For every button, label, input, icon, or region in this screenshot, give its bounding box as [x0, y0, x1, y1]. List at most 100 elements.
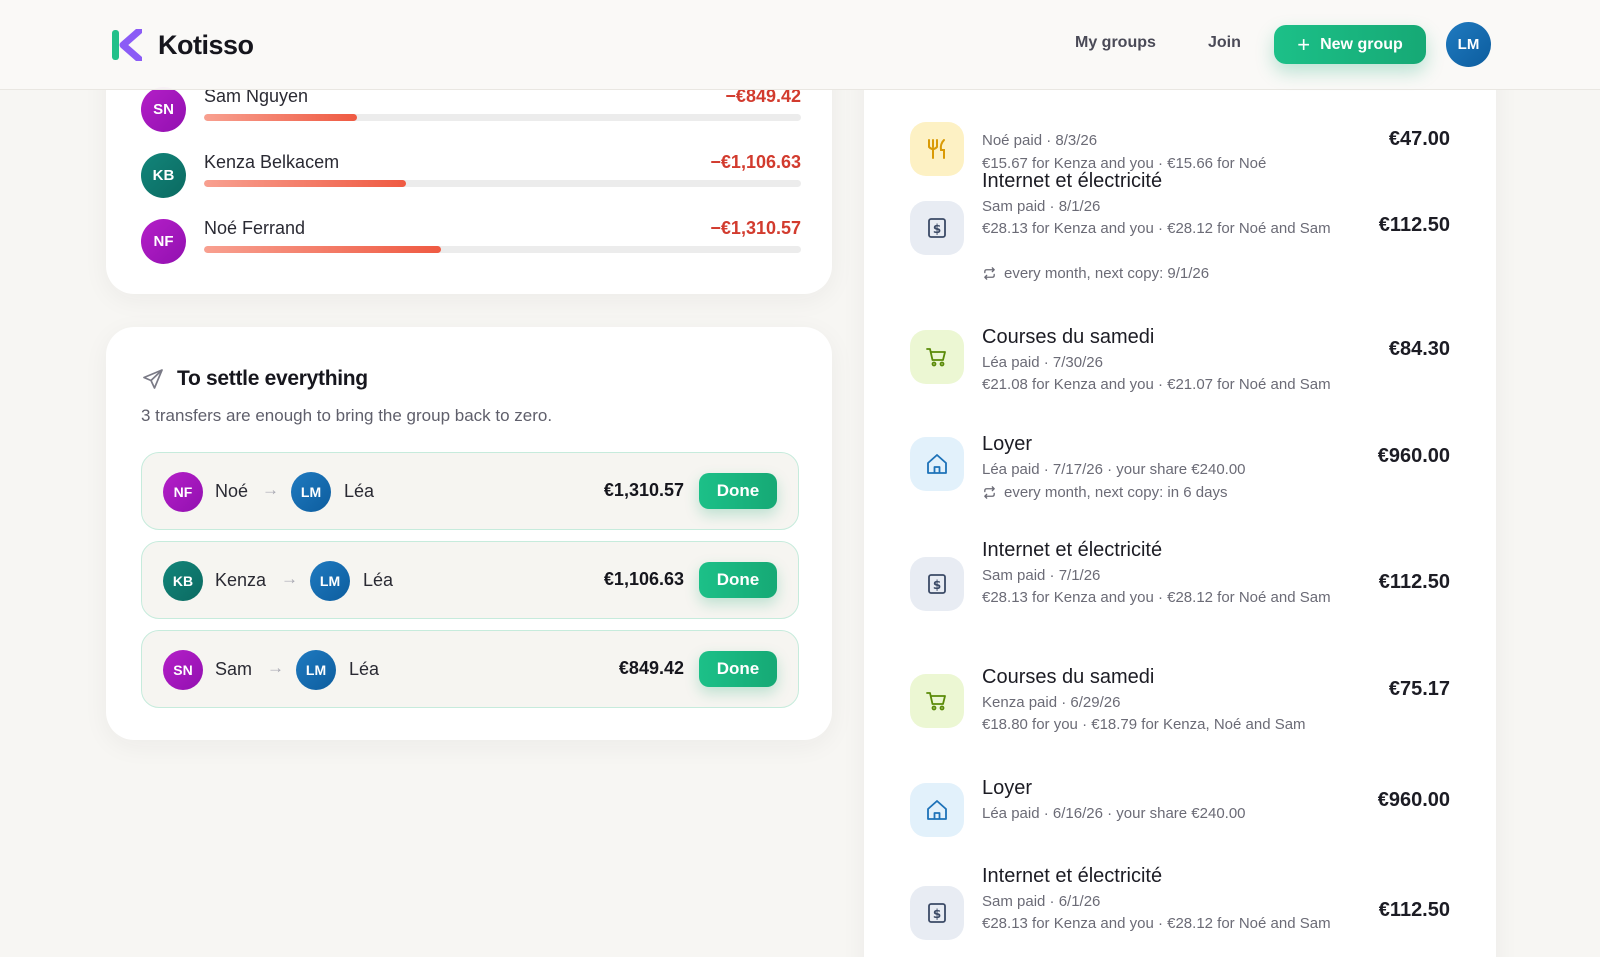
- balance-row: SN Sam Nguyen −€849.42: [141, 84, 801, 134]
- brand-name: Kotisso: [158, 29, 254, 60]
- bill-icon: $: [910, 886, 964, 940]
- balance-bar-fill: [204, 246, 441, 253]
- nav-my-groups[interactable]: My groups: [1075, 34, 1156, 52]
- expense-title: Internet et électricité: [982, 170, 1163, 192]
- balance-row: NF Noé Ferrand −€1,310.57: [141, 216, 801, 266]
- transfer-row: NF Noé → LM Léa €1,310.57 Done: [141, 452, 799, 530]
- to-avatar: LM: [296, 650, 336, 690]
- home-icon: [910, 437, 964, 491]
- member-name: Kenza Belkacem: [204, 152, 340, 172]
- settle-card: To settle everything 3 transfers are eno…: [106, 327, 832, 740]
- expense-split: €21.08 for Kenza and you · €21.07 for No…: [982, 376, 1331, 393]
- to-name: Léa: [363, 570, 394, 590]
- svg-text:$: $: [933, 907, 941, 921]
- expense-amount: €960.00: [1377, 789, 1450, 811]
- member-balance: −€1,106.63: [710, 152, 801, 172]
- transfer-amount: €1,106.63: [603, 569, 684, 589]
- expense-paid: Léa paid · 6/16/26 · your share €240.00: [982, 805, 1246, 822]
- expense-split: €28.13 for Kenza and you · €28.12 for No…: [982, 589, 1331, 606]
- new-group-label: New group: [1320, 35, 1403, 53]
- expense-amount: €84.30: [1388, 338, 1450, 360]
- kotisso-logo-icon: [112, 29, 142, 61]
- send-icon: [143, 369, 163, 389]
- balance-bar: [204, 114, 801, 121]
- to-name: Léa: [344, 481, 375, 501]
- expense-amount: €112.50: [1378, 899, 1450, 921]
- expense-amount: €960.00: [1377, 445, 1450, 467]
- arrow-right-icon: →: [262, 480, 279, 499]
- expense-title: Courses du samedi: [982, 666, 1155, 688]
- recurrence-text: every month, next copy: 9/1/26: [1004, 265, 1210, 282]
- member-avatar: SN: [141, 87, 186, 132]
- from-name: Kenza: [215, 570, 267, 590]
- expense-amount: €112.50: [1378, 214, 1450, 236]
- expense-paid: Noé paid · 8/3/26: [982, 132, 1098, 149]
- transfer-row: SN Sam → LM Léa €849.42 Done: [141, 630, 799, 708]
- balance-bar: [204, 180, 801, 187]
- expense-amount: €47.00: [1388, 128, 1450, 150]
- bill-icon: $: [910, 201, 964, 255]
- from-avatar: KB: [163, 561, 203, 601]
- from-avatar: NF: [163, 472, 203, 512]
- expense-amount: €75.17: [1388, 678, 1450, 700]
- expense-title: Courses du samedi: [982, 326, 1155, 348]
- expense-paid: Léa paid · 7/17/26 · your share €240.00: [982, 461, 1246, 478]
- settle-subtitle: 3 transfers are enough to bring the grou…: [141, 406, 553, 425]
- done-button[interactable]: Done: [699, 473, 777, 509]
- svg-text:$: $: [933, 578, 941, 592]
- food-icon: [910, 122, 964, 176]
- expense-title: Internet et électricité: [982, 539, 1163, 561]
- balance-bar: [204, 246, 801, 253]
- user-avatar[interactable]: LM: [1446, 22, 1491, 67]
- brand-logo[interactable]: Kotisso: [112, 29, 254, 61]
- member-balance: −€1,310.57: [710, 218, 801, 238]
- plus-icon: +: [1297, 31, 1311, 57]
- arrow-right-icon: →: [281, 569, 298, 588]
- nav-join[interactable]: Join: [1208, 34, 1241, 52]
- expense-paid: Sam paid · 6/1/26: [982, 893, 1101, 910]
- expense-paid: Sam paid · 8/1/26: [982, 198, 1101, 215]
- repeat-icon: [984, 486, 995, 499]
- expense-title: Loyer: [982, 433, 1033, 455]
- done-button[interactable]: Done: [699, 651, 777, 687]
- to-name: Léa: [349, 659, 380, 679]
- member-name: Noé Ferrand: [204, 218, 306, 238]
- from-avatar: SN: [163, 650, 203, 690]
- settle-header: To settle everything: [141, 367, 368, 391]
- member-avatar: NF: [141, 219, 186, 264]
- recurrence-text: every month, next copy: in 6 days: [1004, 484, 1228, 501]
- expense-paid: Léa paid · 7/30/26: [982, 354, 1103, 371]
- bill-icon: $: [910, 557, 964, 611]
- to-avatar: LM: [291, 472, 331, 512]
- expense-amount: €112.50: [1378, 571, 1450, 593]
- repeat-icon: [984, 267, 995, 280]
- expense-paid: Kenza paid · 6/29/26: [982, 694, 1121, 711]
- arrow-right-icon: →: [267, 658, 284, 677]
- expense-split: €28.13 for Kenza and you · €28.12 for No…: [982, 915, 1331, 932]
- expense-recurrence: every month, next copy: in 6 days: [982, 482, 1352, 503]
- home-icon: [910, 783, 964, 837]
- transfer-amount: €849.42: [618, 658, 684, 678]
- settle-title: To settle everything: [177, 367, 368, 390]
- to-avatar: LM: [310, 561, 350, 601]
- from-name: Noé: [215, 481, 249, 501]
- done-button[interactable]: Done: [699, 562, 777, 598]
- svg-text:$: $: [933, 222, 941, 236]
- app-header: Kotisso My groups Join + New group LM: [0, 0, 1600, 90]
- balance-bar-fill: [204, 114, 358, 121]
- expenses-card: Noé paid · 8/3/26 €15.67 for Kenza and y…: [864, 40, 1496, 957]
- from-name: Sam: [215, 659, 253, 679]
- cart-icon: [910, 330, 964, 384]
- expense-recurrence: every month, next copy: 9/1/26: [982, 263, 1352, 284]
- balance-bar-fill: [204, 180, 406, 187]
- expense-title: Loyer: [982, 777, 1033, 799]
- member-avatar: KB: [141, 153, 186, 198]
- expense-paid: Sam paid · 7/1/26: [982, 567, 1101, 584]
- expense-split: €28.13 for Kenza and you · €28.12 for No…: [982, 220, 1331, 237]
- new-group-button[interactable]: + New group: [1274, 25, 1426, 64]
- balance-row: KB Kenza Belkacem −€1,106.63: [141, 150, 801, 200]
- transfer-row: KB Kenza → LM Léa €1,106.63 Done: [141, 541, 799, 619]
- cart-icon: [910, 674, 964, 728]
- expense-title: Internet et électricité: [982, 865, 1163, 887]
- expense-split: €18.80 for you · €18.79 for Kenza, Noé a…: [982, 716, 1306, 733]
